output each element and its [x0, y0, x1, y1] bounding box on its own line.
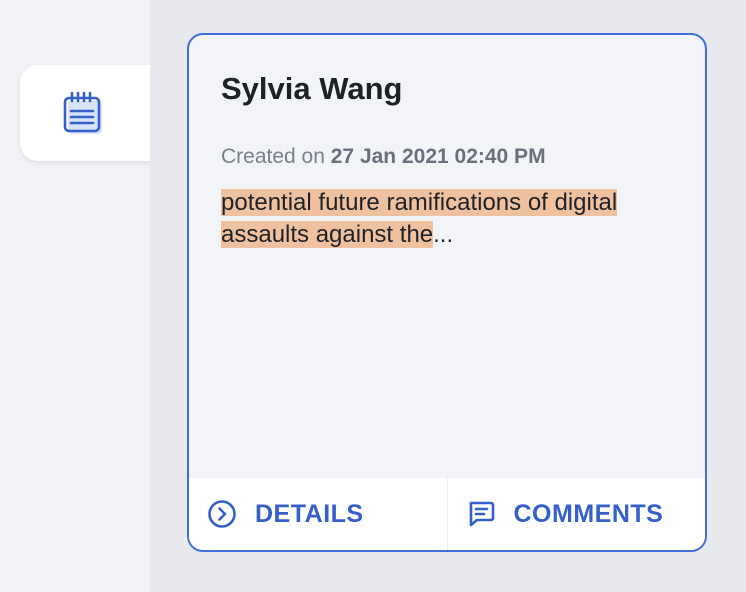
main-content: Sylvia Wang Created on 27 Jan 2021 02:40…: [150, 0, 746, 592]
card-title: Sylvia Wang: [221, 71, 403, 106]
created-label: Created on: [221, 145, 325, 168]
details-label: DETAILS: [255, 499, 364, 528]
highlighted-text: potential future ramifications of digita…: [221, 189, 618, 248]
chevron-circle-right-icon: [208, 500, 236, 528]
created-date: 27 Jan 2021 02:40 PM: [330, 145, 546, 168]
excerpt-ellipsis: ...: [433, 221, 454, 248]
note-excerpt: potential future ramifications of digita…: [221, 187, 641, 251]
message-icon: [468, 501, 494, 527]
sidebar-tab-notes[interactable]: [20, 65, 160, 161]
card-footer: DETAILS COMMENTS: [189, 478, 705, 550]
comments-label: COMMENTS: [513, 499, 664, 528]
details-button[interactable]: DETAILS: [189, 478, 447, 550]
note-card[interactable]: Sylvia Wang Created on 27 Jan 2021 02:40…: [187, 33, 707, 552]
notepad-icon: [63, 91, 102, 134]
created-info: Created on 27 Jan 2021 02:40 PM: [221, 145, 546, 169]
comments-button[interactable]: COMMENTS: [446, 478, 706, 550]
